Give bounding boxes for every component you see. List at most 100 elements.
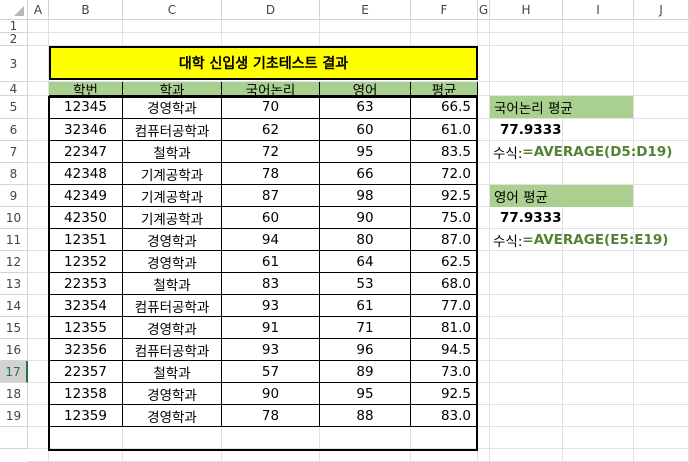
row-header[interactable]: 8 (0, 163, 28, 185)
table-cell[interactable]: 12352 (49, 251, 123, 273)
table-cell[interactable]: 61 (320, 295, 411, 317)
table-cell[interactable]: 98 (320, 185, 411, 207)
table-header-cell[interactable]: 평균 (411, 82, 478, 99)
table-header-cell[interactable]: 영어 (320, 82, 411, 99)
table-cell[interactable]: 90 (222, 383, 320, 405)
column-header[interactable]: B (49, 0, 123, 20)
row-header[interactable]: 11 (0, 229, 28, 251)
table-cell[interactable]: 22353 (49, 273, 123, 295)
table-cell[interactable]: 12345 (49, 96, 123, 119)
table-cell[interactable]: 64 (320, 251, 411, 273)
korean-formula-cell[interactable]: 수식: =AVERAGE(D5:D19) (490, 141, 672, 163)
column-header[interactable]: G (478, 0, 490, 20)
column-header[interactable]: I (563, 0, 634, 20)
table-cell[interactable]: 컴퓨터공학과 (123, 295, 222, 317)
row-header[interactable]: 3 (0, 46, 28, 82)
table-cell[interactable]: 42350 (49, 207, 123, 229)
table-cell[interactable]: 12355 (49, 317, 123, 339)
table-cell[interactable]: 78 (222, 405, 320, 427)
table-cell[interactable]: 88 (320, 405, 411, 427)
table-cell[interactable]: 81.0 (411, 317, 478, 339)
table-cell[interactable]: 72.0 (411, 163, 478, 185)
table-cell[interactable]: 60 (320, 119, 411, 141)
column-header[interactable]: H (490, 0, 563, 20)
table-cell[interactable]: 62.5 (411, 251, 478, 273)
table-cell[interactable]: 22357 (49, 361, 123, 383)
table-cell[interactable]: 70 (222, 96, 320, 119)
table-cell[interactable]: 78 (222, 163, 320, 185)
table-cell[interactable]: 66.5 (411, 96, 478, 119)
table-cell[interactable]: 53 (320, 273, 411, 295)
table-cell[interactable]: 22347 (49, 141, 123, 163)
table-cell[interactable]: 컴퓨터공학과 (123, 119, 222, 141)
table-cell[interactable]: 경영학과 (123, 317, 222, 339)
row-header[interactable]: 17 (0, 361, 28, 383)
row-header[interactable] (0, 427, 28, 449)
table-cell[interactable]: 83.5 (411, 141, 478, 163)
column-header[interactable]: F (411, 0, 478, 20)
table-cell[interactable]: 68.0 (411, 273, 478, 295)
table-cell[interactable]: 컴퓨터공학과 (123, 339, 222, 361)
table-cell[interactable]: 32346 (49, 119, 123, 141)
table-cell[interactable]: 87 (222, 185, 320, 207)
table-cell[interactable]: 42348 (49, 163, 123, 185)
table-cell[interactable]: 32354 (49, 295, 123, 317)
table-cell[interactable]: 94 (222, 229, 320, 251)
table-cell[interactable]: 66 (320, 163, 411, 185)
row-header[interactable]: 2 (0, 32, 28, 46)
table-cell[interactable]: 96 (320, 339, 411, 361)
table-cell[interactable]: 12358 (49, 383, 123, 405)
english-average-label[interactable]: 영어 평균 (490, 185, 633, 207)
table-header-cell[interactable]: 국어논리 (222, 82, 320, 99)
table-cell[interactable]: 57 (222, 361, 320, 383)
table-cell[interactable]: 63 (320, 96, 411, 119)
table-cell[interactable]: 93 (222, 339, 320, 361)
row-header[interactable]: 12 (0, 251, 28, 273)
table-cell[interactable]: 경영학과 (123, 229, 222, 251)
table-cell[interactable]: 기계공학과 (123, 207, 222, 229)
table-cell[interactable]: 92.5 (411, 185, 478, 207)
english-average-value[interactable]: 77.9333 (497, 207, 562, 229)
table-cell[interactable]: 93 (222, 295, 320, 317)
row-header[interactable]: 16 (0, 339, 28, 361)
table-cell[interactable]: 철학과 (123, 141, 222, 163)
table-cell[interactable]: 91 (222, 317, 320, 339)
row-header[interactable]: 13 (0, 273, 28, 295)
row-header[interactable]: 9 (0, 185, 28, 207)
row-header[interactable]: 14 (0, 295, 28, 317)
korean-average-label[interactable]: 국어논리 평균 (490, 96, 633, 118)
column-header[interactable]: J (634, 0, 689, 20)
table-cell[interactable]: 94.5 (411, 339, 478, 361)
table-cell[interactable]: 92.5 (411, 383, 478, 405)
table-header-cell[interactable]: 학과 (123, 82, 222, 99)
column-header[interactable]: D (222, 0, 320, 20)
table-cell[interactable]: 87.0 (411, 229, 478, 251)
row-header[interactable]: 6 (0, 119, 28, 141)
table-cell[interactable]: 경영학과 (123, 383, 222, 405)
korean-average-value[interactable]: 77.9333 (497, 119, 562, 141)
table-cell[interactable]: 72 (222, 141, 320, 163)
row-header[interactable]: 7 (0, 141, 28, 163)
table-cell[interactable]: 철학과 (123, 273, 222, 295)
row-header[interactable]: 10 (0, 207, 28, 229)
table-cell[interactable]: 32356 (49, 339, 123, 361)
row-header[interactable]: 5 (0, 96, 28, 119)
table-cell[interactable]: 61.0 (411, 119, 478, 141)
table-cell[interactable]: 89 (320, 361, 411, 383)
table-cell[interactable]: 83 (222, 273, 320, 295)
row-header[interactable]: 18 (0, 383, 28, 405)
table-cell[interactable]: 60 (222, 207, 320, 229)
column-header[interactable]: E (320, 0, 411, 20)
table-cell[interactable]: 95 (320, 383, 411, 405)
table-cell[interactable]: 철학과 (123, 361, 222, 383)
row-header[interactable]: 19 (0, 405, 28, 427)
table-header-cell[interactable]: 학번 (49, 82, 123, 99)
table-cell[interactable]: 62 (222, 119, 320, 141)
table-cell[interactable]: 기계공학과 (123, 185, 222, 207)
table-cell[interactable]: 12359 (49, 405, 123, 427)
table-cell[interactable]: 경영학과 (123, 96, 222, 119)
table-cell[interactable]: 42349 (49, 185, 123, 207)
row-header[interactable]: 15 (0, 317, 28, 339)
sheet-title[interactable]: 대학 신입생 기초테스트 결과 (49, 46, 478, 80)
table-cell[interactable]: 경영학과 (123, 405, 222, 427)
